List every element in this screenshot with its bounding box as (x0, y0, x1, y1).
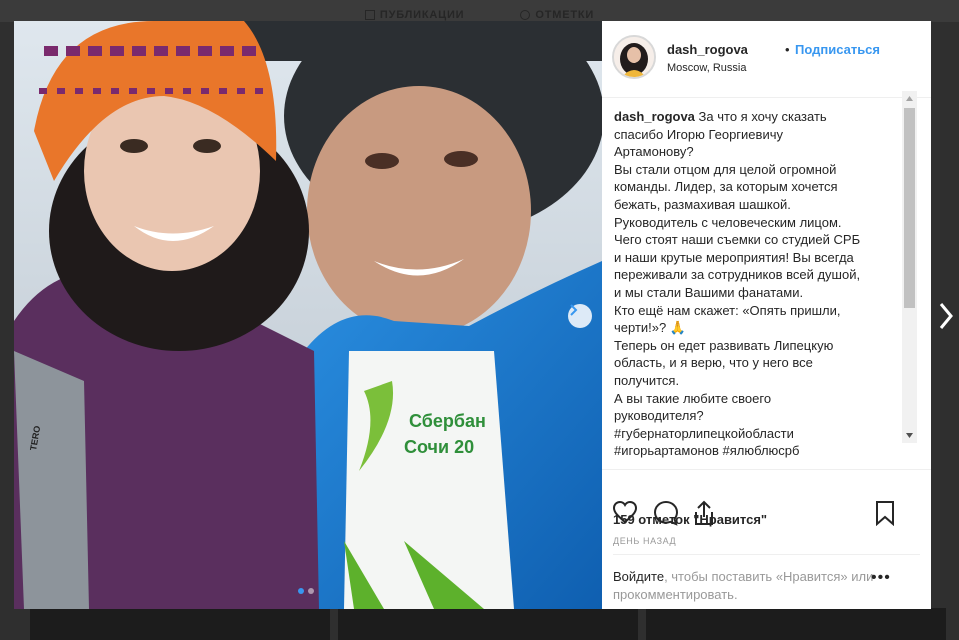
next-post-button[interactable] (932, 296, 959, 336)
caption-line: За что я хочу сказать (698, 109, 827, 124)
post-sidebar: dash_rogova • Подписаться Moscow, Russia… (602, 21, 931, 609)
header-username[interactable]: dash_rogova (667, 42, 748, 57)
tag-icon (520, 9, 531, 20)
scrollbar-thumb[interactable] (904, 108, 915, 308)
caption-line: переживали за сотрудников всей душой, (614, 267, 861, 283)
tab-tagged[interactable]: ОТМЕТКИ (520, 7, 594, 22)
caption-line: спасибо Игорю Георгиевичу (614, 126, 783, 142)
grid-icon (364, 9, 375, 20)
avatar-image (614, 37, 654, 77)
login-prompt: Войдите, чтобы поставить «Нравится» или … (613, 554, 920, 608)
scroll-up-arrow[interactable] (902, 91, 917, 106)
tab-posts[interactable]: ПУБЛИКАЦИИ (364, 7, 465, 22)
caption-line: руководителя? (614, 408, 704, 424)
tab-posts-label: ПУБЛИКАЦИИ (379, 8, 465, 21)
caption-line: Вы стали отцом для целой огромной (614, 161, 837, 177)
profile-tabs: ПУБЛИКАЦИИ ОТМЕТКИ (0, 0, 959, 22)
triangle-up-icon (906, 96, 913, 101)
caption-line: Артамонову? (614, 144, 694, 160)
caption-line: А вы такие любите своего (614, 390, 772, 406)
avatar[interactable] (612, 35, 656, 79)
likes-count[interactable]: 159 отметок "Нравится" (613, 512, 767, 527)
more-options-button[interactable]: ••• (871, 569, 891, 587)
post-caption: dash_rogova За что я хочу сказать спасибо… (614, 108, 892, 460)
tab-tagged-label: ОТМЕТКИ (535, 8, 595, 21)
caption-line[interactable]: #губернаторлипецкойобласти (614, 425, 892, 443)
header-separator: • (785, 42, 790, 57)
follow-button[interactable]: Подписаться (795, 42, 880, 57)
chevron-right-icon (939, 303, 953, 329)
grid-thumbnail[interactable] (646, 608, 946, 640)
profile-grid-peek (0, 608, 959, 640)
caption-username[interactable]: dash_rogova (614, 109, 695, 124)
comments-panel: dash_rogova За что я хочу сказать спасибо… (602, 99, 931, 467)
carousel-dot (308, 588, 314, 594)
post-header: dash_rogova • Подписаться Moscow, Russia (602, 21, 931, 98)
comments-scrollbar[interactable] (902, 91, 917, 443)
scroll-down-arrow[interactable] (902, 428, 917, 443)
caption-line: Теперь он едет развивать Липецкую (614, 337, 834, 353)
post-location[interactable]: Moscow, Russia (667, 62, 746, 74)
photo-illustration: Сбербан Сочи 20 TERO (14, 21, 602, 609)
caption-line: Руководитель с человеческим лицом. (614, 214, 842, 230)
carousel-next-button[interactable] (568, 304, 592, 328)
caption-line: Чего стоят наши съемки со студией СРБ (614, 232, 861, 248)
carousel-dot (298, 588, 304, 594)
caption-line: получится. (614, 372, 680, 388)
caption-line: черти!»? 🙏 (614, 320, 687, 336)
caption-line: и наши крутые мероприятия! Вы всегда (614, 249, 854, 265)
post-actions: 159 отметок "Нравится" ДЕНЬ НАЗАД Войдит… (602, 469, 931, 609)
save-button[interactable] (875, 500, 895, 531)
carousel-indicator (298, 588, 314, 594)
grid-thumbnail[interactable] (30, 608, 330, 640)
shirt-text-2: Сочи 20 (404, 437, 474, 457)
bookmark-icon (876, 501, 894, 527)
triangle-down-icon (906, 433, 913, 438)
caption-line: бежать, размахивая шашкой. (614, 196, 791, 212)
grid-thumbnail[interactable] (338, 608, 638, 640)
post-timestamp[interactable]: ДЕНЬ НАЗАД (613, 536, 676, 546)
login-link[interactable]: Войдите (613, 569, 664, 584)
post-modal: Сбербан Сочи 20 TERO dash_rogova • Подпи… (14, 21, 931, 609)
login-text: Войдите, чтобы поставить «Нравится» или … (613, 568, 883, 604)
caption-line: область, и я верю, что у него все (614, 355, 813, 371)
caption-line: команды. Лидер, за которым хочется (614, 179, 838, 195)
shirt-text-1: Сбербан (409, 411, 486, 431)
post-photo[interactable]: Сбербан Сочи 20 TERO (14, 21, 602, 609)
caption-line: Кто ещё нам скажет: «Опять пришли, (614, 302, 841, 318)
chevron-right-icon (570, 304, 578, 316)
caption-line[interactable]: #игорьартамонов #ялюблюсрб (614, 442, 892, 460)
caption-line: и мы стали Вашими фанатами. (614, 284, 804, 300)
